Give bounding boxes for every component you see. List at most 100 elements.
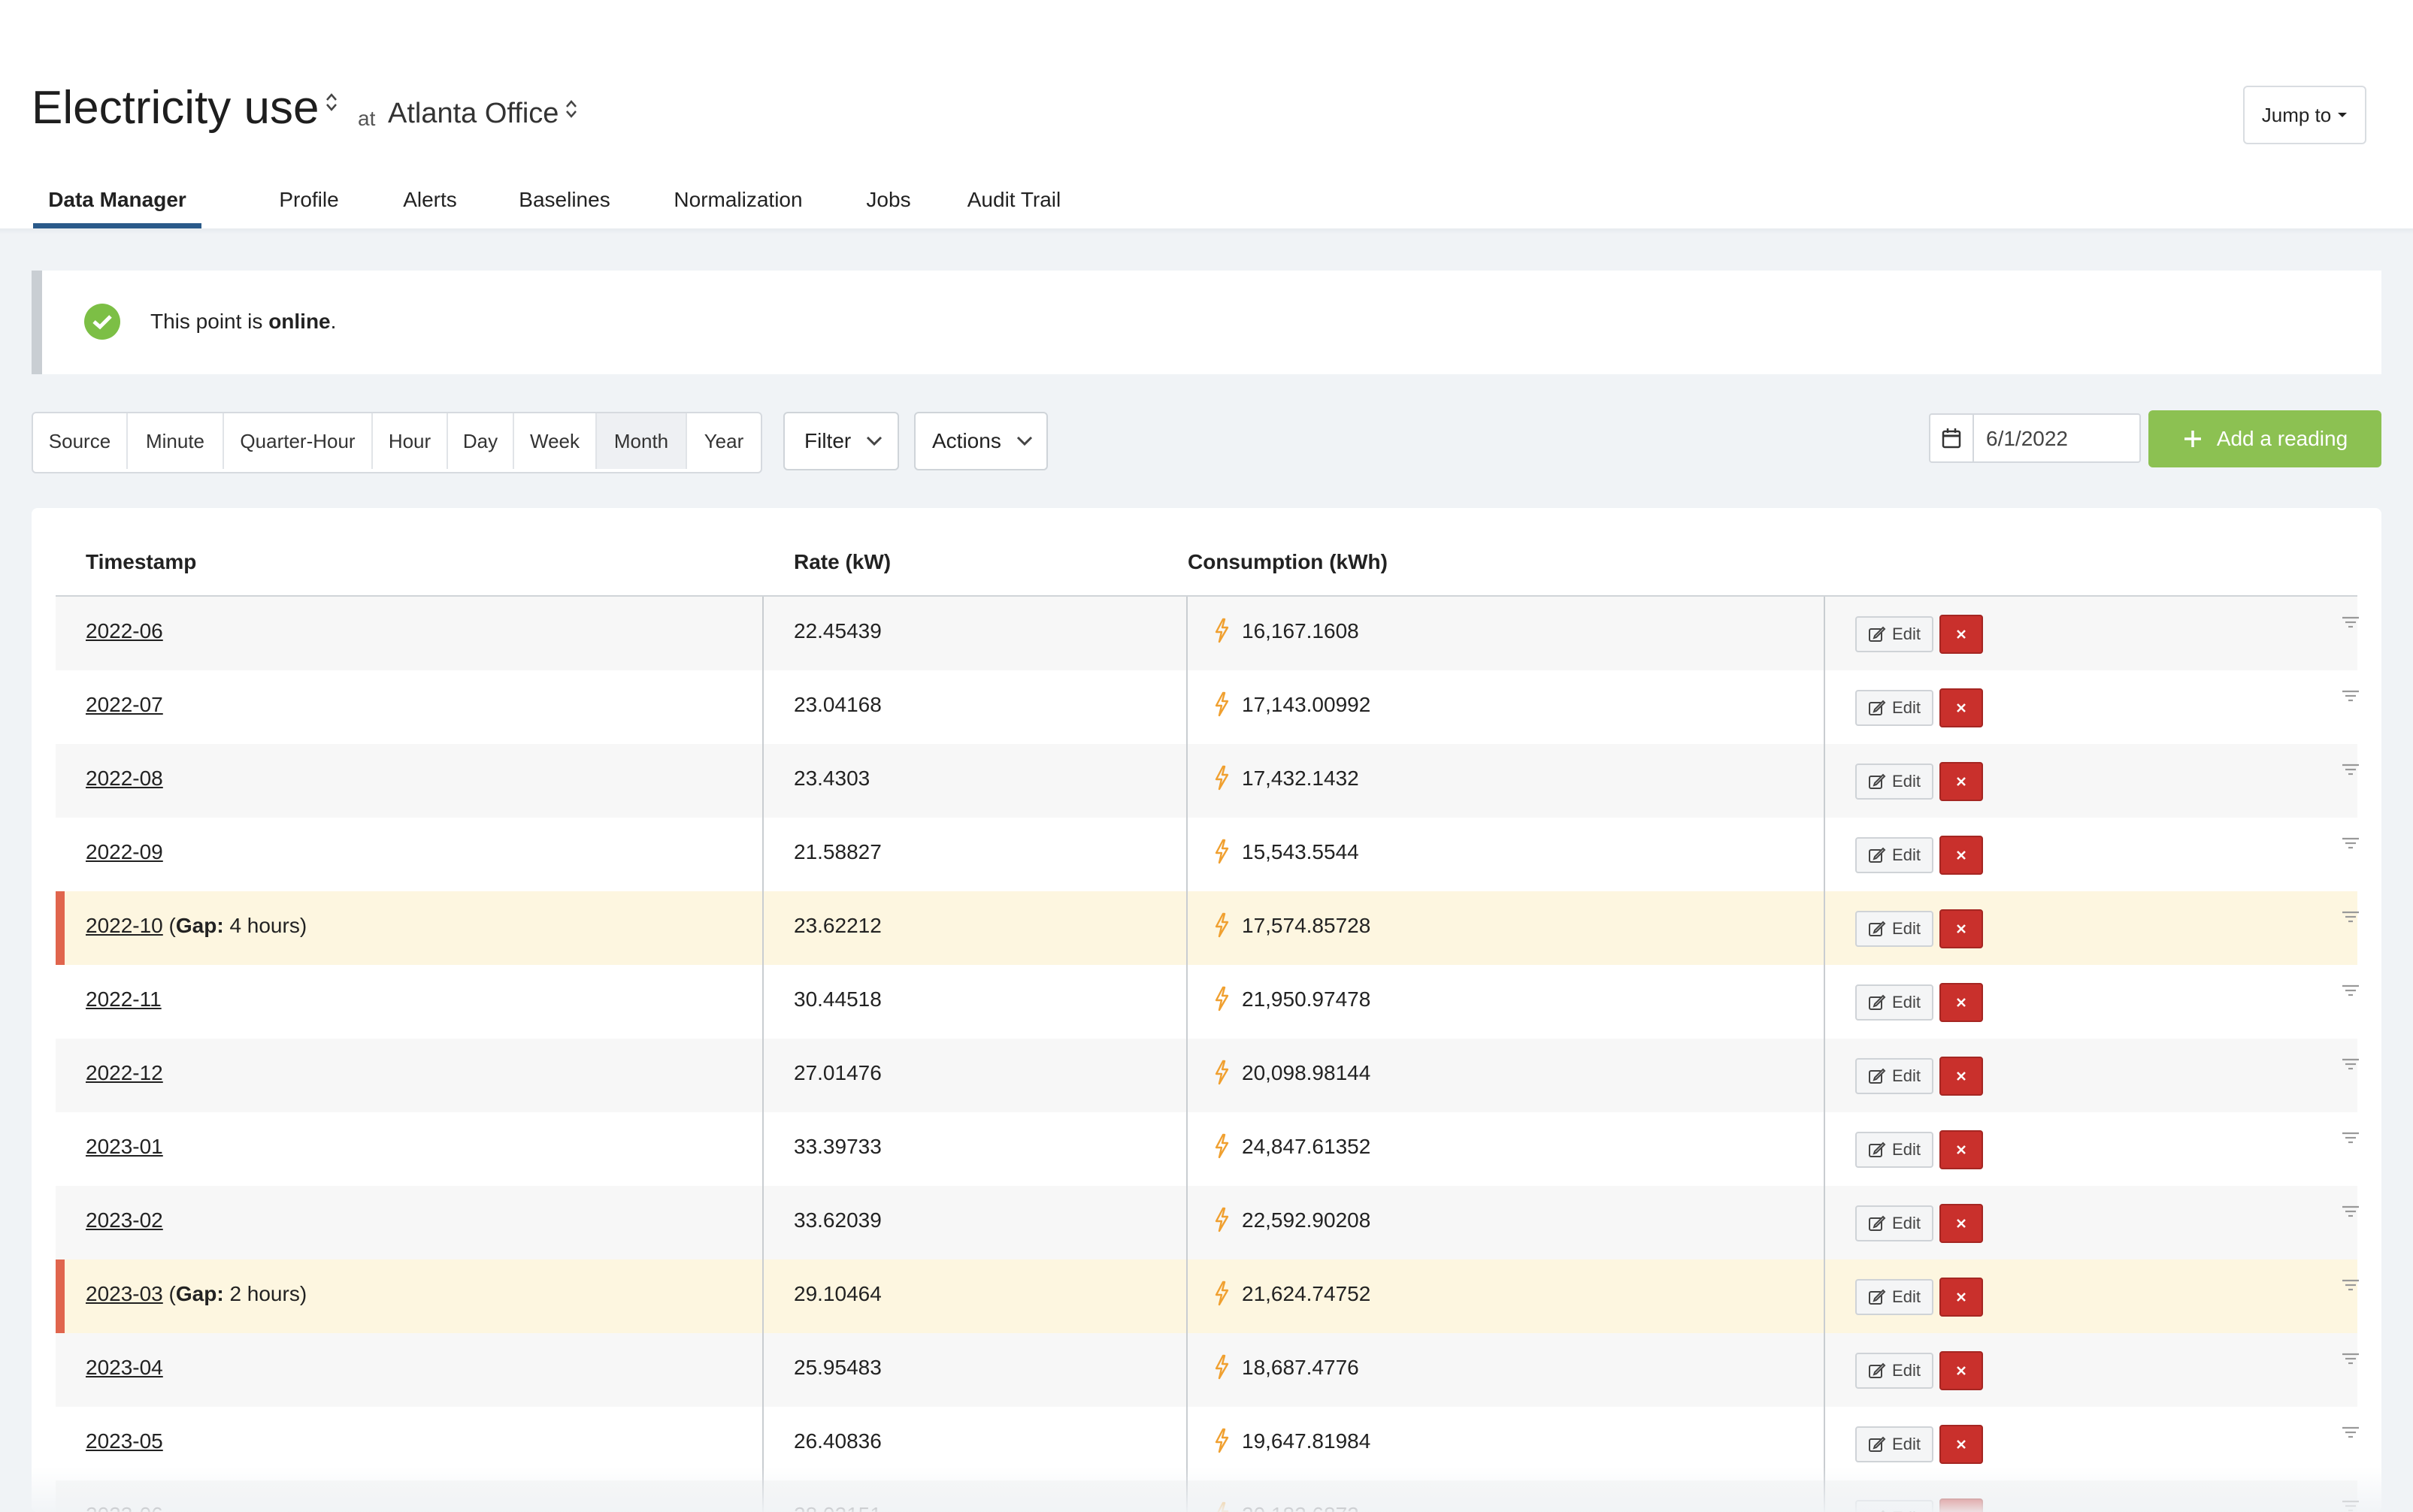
row-menu-icon[interactable] bbox=[2341, 615, 2360, 635]
edit-button[interactable]: Edit bbox=[1855, 1353, 1933, 1389]
timestamp-link[interactable]: 2023-05 bbox=[86, 1429, 163, 1453]
edit-button[interactable]: Edit bbox=[1855, 616, 1933, 652]
close-icon bbox=[1957, 1366, 1966, 1375]
delete-button[interactable] bbox=[1939, 836, 1983, 875]
interval-year[interactable]: Year bbox=[687, 413, 761, 469]
edit-button[interactable]: Edit bbox=[1855, 1279, 1933, 1315]
row-menu-icon[interactable] bbox=[2341, 836, 2360, 856]
column-divider bbox=[1824, 965, 1825, 1039]
tab-profile[interactable]: Profile bbox=[232, 167, 386, 228]
interval-minute[interactable]: Minute bbox=[128, 413, 224, 469]
tab-data-manager[interactable]: Data Manager bbox=[33, 167, 201, 228]
row-menu-icon[interactable] bbox=[2341, 909, 2360, 930]
delete-button[interactable] bbox=[1939, 615, 1983, 654]
edit-icon bbox=[1869, 847, 1886, 863]
tab-alerts[interactable]: Alerts bbox=[368, 167, 492, 228]
timestamp-link[interactable]: 2023-04 bbox=[86, 1356, 163, 1379]
interval-week[interactable]: Week bbox=[514, 413, 597, 469]
row-menu-icon[interactable] bbox=[2341, 1130, 2360, 1151]
row-menu-icon[interactable] bbox=[2341, 1351, 2360, 1371]
table-row: 2023-01 33.39733 24,847.61352 Edit bbox=[56, 1112, 2360, 1186]
edit-button[interactable]: Edit bbox=[1855, 690, 1933, 726]
rate-value: 27.01476 bbox=[794, 1061, 882, 1084]
page-title[interactable]: Electricity use bbox=[32, 81, 338, 135]
sort-toggle-icon[interactable] bbox=[325, 92, 338, 112]
actions-label: Actions bbox=[932, 429, 1001, 452]
timestamp-link[interactable]: 2022-09 bbox=[86, 840, 163, 863]
timestamp-link[interactable]: 2022-07 bbox=[86, 693, 163, 716]
delete-button[interactable] bbox=[1939, 1057, 1983, 1096]
edit-icon bbox=[1869, 921, 1886, 936]
interval-source[interactable]: Source bbox=[33, 413, 128, 469]
delete-button[interactable] bbox=[1939, 1278, 1983, 1317]
timestamp-link[interactable]: 2022-06 bbox=[86, 619, 163, 643]
delete-button[interactable] bbox=[1939, 688, 1983, 727]
consumption-value: 21,950.97478 bbox=[1242, 987, 1371, 1011]
timestamp-link[interactable]: 2022-11 bbox=[86, 987, 162, 1011]
row-menu-icon[interactable] bbox=[2341, 762, 2360, 782]
edit-button[interactable]: Edit bbox=[1855, 764, 1933, 800]
edit-button[interactable]: Edit bbox=[1855, 911, 1933, 947]
timestamp-link[interactable]: 2022-08 bbox=[86, 767, 163, 790]
lightning-bolt-icon bbox=[1213, 1207, 1230, 1236]
calendar-icon[interactable] bbox=[1930, 415, 1974, 461]
edit-button[interactable]: Edit bbox=[1855, 837, 1933, 873]
delete-button[interactable] bbox=[1939, 1425, 1983, 1464]
tab-audit-trail[interactable]: Audit Trail bbox=[925, 167, 1104, 228]
close-icon bbox=[1957, 703, 1966, 712]
timestamp-cell: 2023-02 bbox=[86, 1208, 163, 1232]
row-menu-icon[interactable] bbox=[2341, 983, 2360, 1003]
location-toggle-icon[interactable] bbox=[565, 99, 578, 119]
delete-button[interactable] bbox=[1939, 1130, 1983, 1169]
column-divider bbox=[762, 1333, 764, 1407]
timestamp-link[interactable]: 2023-02 bbox=[86, 1208, 163, 1232]
column-header-consumption[interactable]: Consumption (kWh) bbox=[1188, 550, 1388, 574]
add-reading-button[interactable]: Add a reading bbox=[2148, 410, 2381, 467]
edit-icon bbox=[1869, 700, 1886, 715]
timestamp-link[interactable]: 2022-12 bbox=[86, 1061, 163, 1084]
gap-indicator bbox=[56, 891, 65, 965]
edit-icon bbox=[1869, 1289, 1886, 1305]
tab-baselines[interactable]: Baselines bbox=[484, 167, 645, 228]
interval-quarter-hour[interactable]: Quarter-Hour bbox=[224, 413, 373, 469]
jump-to-button[interactable]: Jump to bbox=[2243, 86, 2366, 144]
rate-value: 30.44518 bbox=[794, 987, 882, 1011]
delete-button[interactable] bbox=[1939, 983, 1983, 1022]
interval-day[interactable]: Day bbox=[448, 413, 514, 469]
edit-button[interactable]: Edit bbox=[1855, 984, 1933, 1021]
actions-dropdown[interactable]: Actions bbox=[914, 412, 1048, 470]
row-menu-icon[interactable] bbox=[2341, 1204, 2360, 1224]
column-header-timestamp[interactable]: Timestamp bbox=[86, 550, 196, 574]
timestamp-link[interactable]: 2023-01 bbox=[86, 1135, 163, 1158]
delete-button[interactable] bbox=[1939, 762, 1983, 801]
rate-value: 26.40836 bbox=[794, 1429, 882, 1453]
edit-button[interactable]: Edit bbox=[1855, 1058, 1933, 1094]
column-header-rate[interactable]: Rate (kW) bbox=[794, 550, 891, 574]
row-menu-icon[interactable] bbox=[2341, 1425, 2360, 1445]
interval-month[interactable]: Month bbox=[597, 413, 687, 469]
column-divider bbox=[762, 818, 764, 891]
column-divider bbox=[1824, 818, 1825, 891]
header-divider bbox=[0, 228, 2413, 234]
row-menu-icon[interactable] bbox=[2341, 1278, 2360, 1298]
consumption-value: 15,543.5544 bbox=[1242, 840, 1359, 863]
location-selector[interactable]: Atlanta Office bbox=[388, 98, 578, 130]
timestamp-link[interactable]: 2022-10 bbox=[86, 914, 163, 937]
edit-button[interactable]: Edit bbox=[1855, 1205, 1933, 1241]
edit-button[interactable]: Edit bbox=[1855, 1426, 1933, 1462]
delete-button[interactable] bbox=[1939, 1351, 1983, 1390]
interval-hour[interactable]: Hour bbox=[373, 413, 448, 469]
filter-dropdown[interactable]: Filter bbox=[783, 412, 899, 470]
date-input[interactable] bbox=[1974, 415, 2145, 463]
status-suffix: . bbox=[330, 310, 337, 333]
row-menu-icon[interactable] bbox=[2341, 1057, 2360, 1077]
edit-button[interactable]: Edit bbox=[1855, 1132, 1933, 1168]
lightning-bolt-icon bbox=[1213, 1281, 1230, 1310]
column-divider bbox=[762, 1186, 764, 1259]
timestamp-link[interactable]: 2023-03 bbox=[86, 1282, 163, 1305]
delete-button[interactable] bbox=[1939, 1204, 1983, 1243]
row-menu-icon[interactable] bbox=[2341, 688, 2360, 709]
column-divider bbox=[1186, 965, 1188, 1039]
tab-normalization[interactable]: Normalization bbox=[636, 167, 840, 228]
delete-button[interactable] bbox=[1939, 909, 1983, 948]
